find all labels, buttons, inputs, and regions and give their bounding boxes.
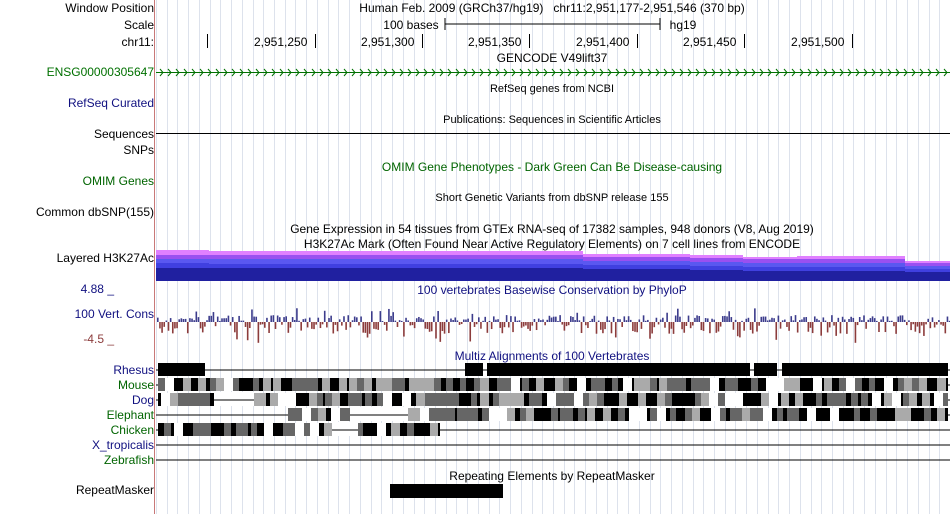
multiz-alignment-blocks [156, 363, 950, 461]
h3k27ac-signal [156, 250, 950, 281]
scale-bar [444, 18, 661, 30]
gencode-gene-line [156, 68, 950, 77]
track-graphics [156, 18, 950, 498]
genome-browser-image[interactable]: Window Position Scale chr11: ENSG0000030… [0, 0, 950, 514]
repeatmasker-element [390, 484, 503, 498]
conservation-wiggle [157, 308, 950, 343]
